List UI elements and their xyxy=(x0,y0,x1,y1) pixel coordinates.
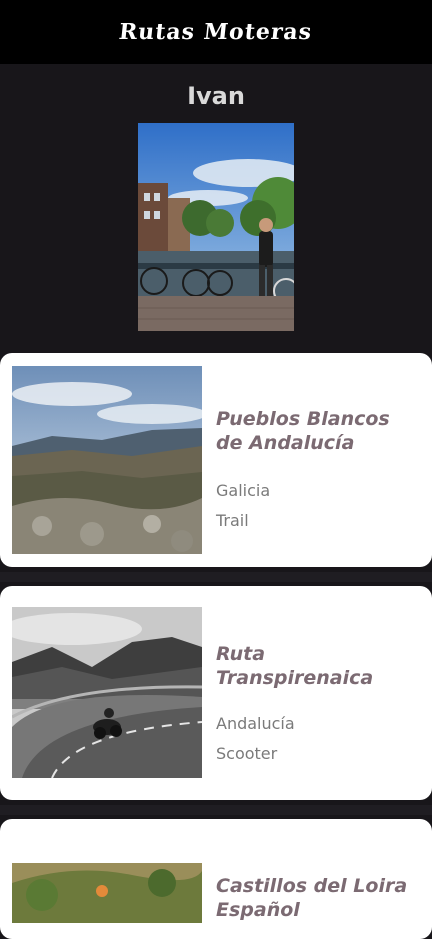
route-card[interactable]: Castillos del Loira Español xyxy=(0,819,432,939)
divider xyxy=(0,572,432,582)
route-image xyxy=(12,863,202,923)
route-region: Galicia xyxy=(216,481,271,500)
route-image xyxy=(12,607,202,795)
route-name: Ruta Transpirenaica xyxy=(216,643,374,689)
route-image xyxy=(12,366,202,554)
profile-photo xyxy=(138,123,294,331)
route-name: Castillos del Loira Español xyxy=(216,875,408,921)
user-name: Ivan xyxy=(187,82,245,110)
divider xyxy=(0,805,432,815)
profile-header: Ivan xyxy=(0,64,432,352)
route-card[interactable]: Ruta Transpirenaica Andalucía Scooter xyxy=(0,586,432,800)
route-name: Pueblos Blancos de Andalucía xyxy=(216,408,390,454)
app-bar: Rutas Moteras xyxy=(0,0,432,64)
route-vehicle: Trail xyxy=(216,511,249,530)
route-region: Andalucía xyxy=(216,714,295,733)
route-vehicle: Scooter xyxy=(216,744,278,763)
route-card[interactable]: Pueblos Blancos de Andalucía Galicia Tra… xyxy=(0,353,432,567)
app-title: Rutas Moteras xyxy=(118,19,314,45)
